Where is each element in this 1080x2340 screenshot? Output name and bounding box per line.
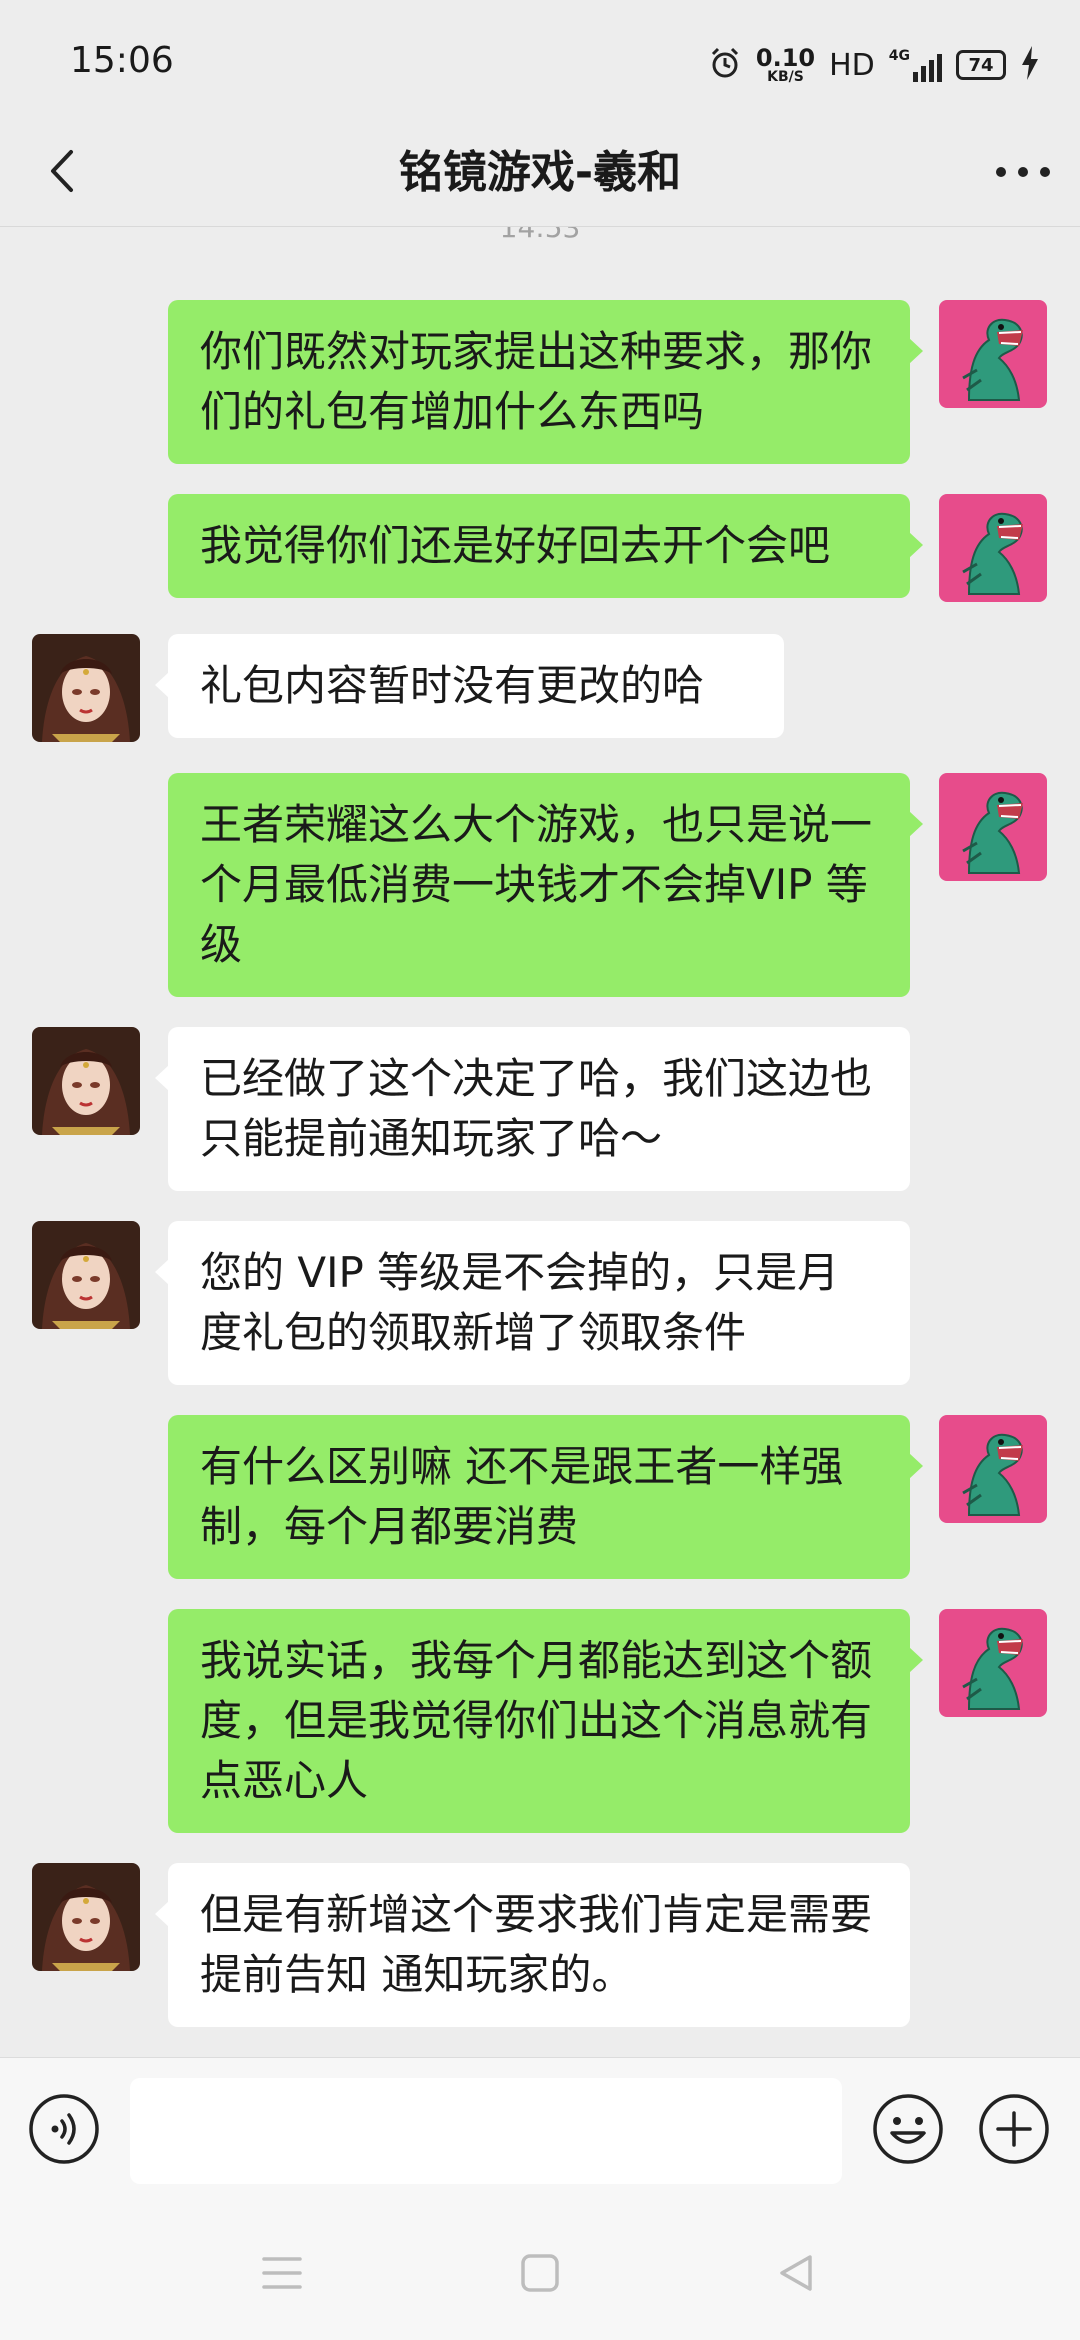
net-speed-value: 0.10 [755, 44, 816, 72]
chat-title: 铭镜游戏-羲和 [398, 147, 682, 198]
message-bubble-me[interactable]: 王者荣耀这么大个游戏，也只是说一个月最低消费一块钱才不会掉VIP 等级 [168, 773, 923, 997]
status-time: 15:06 [70, 40, 174, 81]
alarm-icon [708, 46, 742, 84]
dinosaur-avatar-icon [939, 773, 1047, 881]
system-nav-bar [0, 2200, 1080, 2340]
more-dots-icon [993, 164, 1053, 183]
dinosaur-avatar-icon [939, 494, 1047, 602]
message-input[interactable] [130, 2078, 842, 2184]
voice-icon [29, 2094, 99, 2164]
plus-icon [979, 2094, 1049, 2164]
triangle-back-icon [780, 2255, 812, 2291]
voice-button[interactable] [28, 2093, 100, 2165]
message-bubble-other[interactable]: 已经做了这个决定了哈，我们这边也只能提前通知玩家了哈～ [155, 1027, 910, 1191]
my-avatar[interactable] [939, 1415, 1047, 1523]
message-bubble-me[interactable]: 我说实话，我每个月都能达到这个额度，但是我觉得你们出这个消息就有点恶心人 [168, 1609, 923, 1833]
character-avatar-icon [32, 634, 140, 742]
message-bubble-me[interactable]: 我觉得你们还是好好回去开个会吧 [168, 494, 923, 598]
emoji-icon [873, 2094, 943, 2164]
message-bubble-other[interactable]: 您的 VIP 等级是不会掉的，只是月度礼包的领取新增了领取条件 [155, 1221, 910, 1385]
contact-avatar[interactable] [32, 634, 140, 742]
contact-avatar[interactable] [32, 1863, 140, 1971]
net-speed: 0.10 KB/S [756, 46, 815, 84]
my-avatar[interactable] [939, 300, 1047, 408]
character-avatar-icon [32, 1863, 140, 1971]
home-button[interactable] [510, 2245, 570, 2301]
signal-icon: 4G [889, 48, 942, 82]
net-speed-unit: KB/S [767, 69, 804, 85]
contact-avatar[interactable] [32, 1027, 140, 1135]
battery-indicator: 74 [956, 50, 1006, 80]
message-bubble-other[interactable]: 礼包内容暂时没有更改的哈 [155, 634, 784, 738]
dinosaur-avatar-icon [939, 300, 1047, 408]
my-avatar[interactable] [939, 773, 1047, 881]
network-type: 4G [888, 48, 910, 64]
my-avatar[interactable] [939, 494, 1047, 602]
nav-back-button[interactable] [766, 2245, 826, 2301]
more-button[interactable] [988, 138, 1058, 208]
message-bubble-me[interactable]: 有什么区别嘛 还不是跟王者一样强制，每个月都要消费 [168, 1415, 923, 1579]
status-bar: 15:06 0.10 KB/S HD 4G 74 [0, 0, 1080, 130]
character-avatar-icon [32, 1027, 140, 1135]
recent-apps-button[interactable] [252, 2245, 312, 2301]
hd-indicator: HD [829, 47, 875, 83]
message-bubble-other[interactable]: 但是有新增这个要求我们肯定是需要提前告知 通知玩家的。 [155, 1863, 910, 2027]
character-avatar-icon [32, 1221, 140, 1329]
input-bar [0, 2057, 1080, 2201]
message-bubble-me[interactable]: 你们既然对玩家提出这种要求，那你们的礼包有增加什么东西吗 [168, 300, 923, 464]
menu-icon [262, 2257, 302, 2289]
my-avatar[interactable] [939, 1609, 1047, 1717]
charging-icon [1020, 46, 1040, 84]
home-square-icon [521, 2254, 559, 2292]
plus-button[interactable] [978, 2093, 1050, 2165]
chat-header: 铭镜游戏-羲和 [0, 120, 1080, 227]
contact-avatar[interactable] [32, 1221, 140, 1329]
status-icons: 0.10 KB/S HD 4G 74 [708, 40, 1040, 90]
emoji-button[interactable] [872, 2093, 944, 2165]
chat-timestamp: 14:53 [499, 227, 581, 244]
dinosaur-avatar-icon [939, 1415, 1047, 1523]
chat-messages[interactable]: 14:53 你们既然对玩家提出这种要求，那你们的礼包有增加什么东西吗 我觉得你们… [0, 227, 1080, 2057]
dinosaur-avatar-icon [939, 1609, 1047, 1717]
